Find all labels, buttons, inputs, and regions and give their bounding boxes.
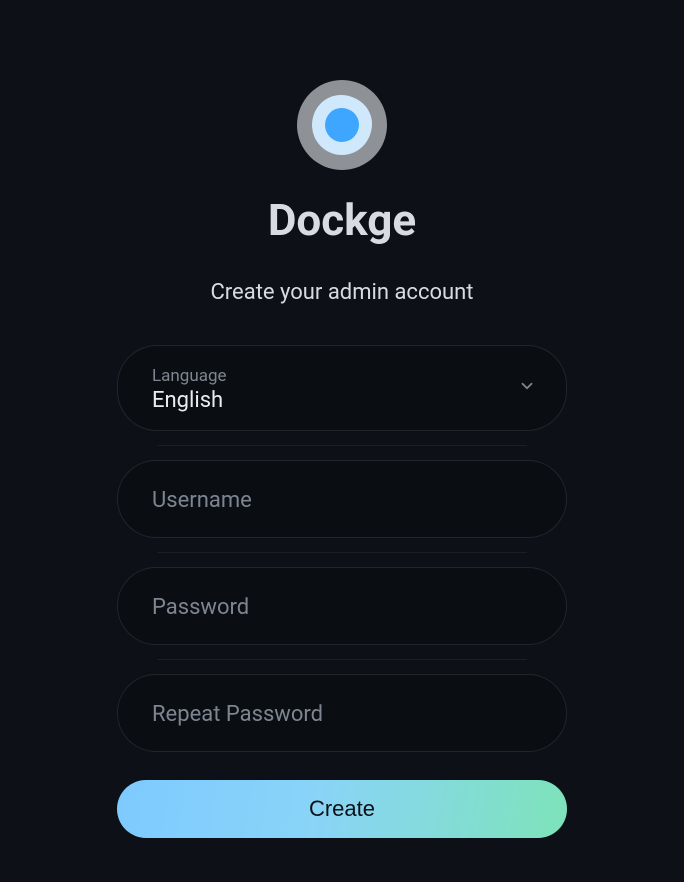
language-label: Language: [152, 366, 532, 386]
divider: [157, 445, 527, 446]
logo-inner: [312, 95, 372, 155]
username-field-wrap: [117, 460, 567, 538]
dockge-logo: [297, 80, 387, 170]
app-title: Dockge: [268, 194, 416, 246]
password-field-wrap: [117, 567, 567, 645]
username-input[interactable]: [152, 488, 532, 513]
setup-form: Language English Create: [117, 345, 567, 838]
repeat-password-input[interactable]: [152, 702, 532, 727]
divider: [157, 659, 527, 660]
repeat-password-field-wrap: [117, 674, 567, 752]
divider: [157, 552, 527, 553]
page-subtitle: Create your admin account: [210, 280, 473, 305]
language-select[interactable]: Language English: [117, 345, 567, 431]
create-button[interactable]: Create: [117, 780, 567, 838]
language-value: English: [152, 388, 532, 413]
logo-core: [325, 108, 359, 142]
chevron-down-icon: [518, 377, 536, 399]
password-input[interactable]: [152, 595, 532, 620]
